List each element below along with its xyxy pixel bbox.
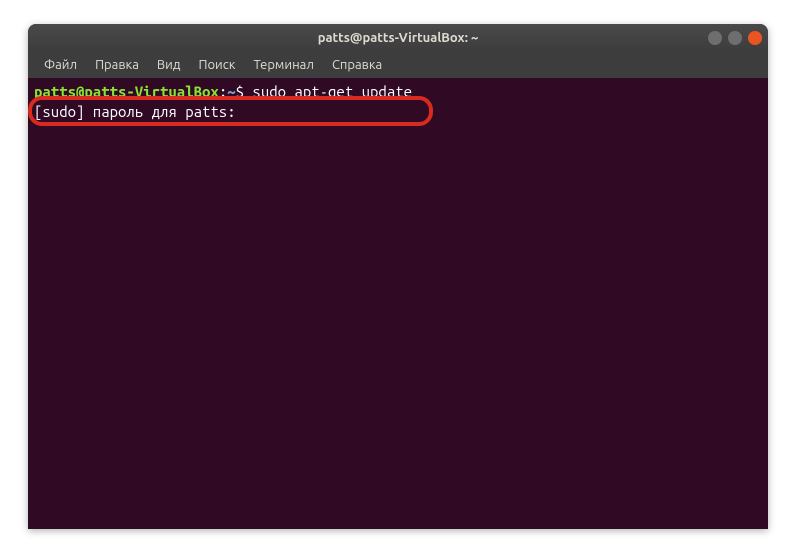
maximize-button[interactable]	[728, 31, 742, 45]
menu-file[interactable]: Файл	[36, 55, 85, 75]
titlebar[interactable]: patts@patts-VirtualBox: ~	[28, 24, 768, 52]
prompt-user: patts@patts-VirtualBox	[34, 83, 219, 100]
prompt-line: patts@patts-VirtualBox:~$ sudo apt-get u…	[34, 82, 762, 102]
menu-search[interactable]: Поиск	[190, 55, 243, 75]
terminal-body[interactable]: patts@patts-VirtualBox:~$ sudo apt-get u…	[28, 78, 768, 529]
minimize-button[interactable]	[708, 31, 722, 45]
menubar: Файл Правка Вид Поиск Терминал Справка	[28, 52, 768, 78]
menu-edit[interactable]: Правка	[87, 55, 147, 75]
sudo-password-prompt: [sudo] пароль для patts:	[34, 103, 244, 120]
window-title: patts@patts-VirtualBox: ~	[318, 31, 479, 45]
prompt-colon: :	[219, 83, 227, 100]
command-text: sudo apt-get update	[244, 83, 412, 100]
window-controls	[708, 31, 762, 45]
terminal-window: patts@patts-VirtualBox: ~ Файл Правка Ви…	[28, 24, 768, 529]
prompt-path: ~	[227, 83, 235, 100]
menu-help[interactable]: Справка	[324, 55, 390, 75]
close-button[interactable]	[748, 31, 762, 45]
menu-view[interactable]: Вид	[149, 55, 189, 75]
menu-terminal[interactable]: Терминал	[245, 55, 321, 75]
output-line: [sudo] пароль для patts:	[34, 102, 762, 122]
prompt-dollar: $	[236, 83, 244, 100]
